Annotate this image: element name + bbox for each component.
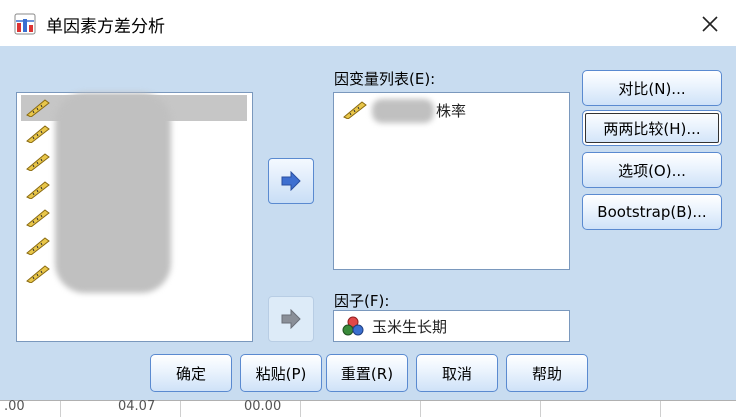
posthoc-button[interactable]: 两两比较(H)... — [582, 110, 722, 146]
factor-value: 玉米生长期 — [372, 318, 448, 336]
dependent-list-label: 因变量列表(E): — [334, 70, 436, 88]
bootstrap-button[interactable]: Bootstrap(B)... — [582, 194, 722, 230]
paste-button[interactable]: 粘贴(P) — [240, 354, 322, 392]
scale-variable-icon — [26, 209, 50, 227]
scale-variable-icon — [26, 181, 50, 199]
list-item-label: 株率 — [436, 102, 467, 120]
scale-variable-icon — [26, 153, 50, 171]
grid-cell: 00.00 — [244, 399, 282, 414]
redaction-blur — [372, 99, 434, 123]
grid-divider — [420, 401, 421, 417]
grid-divider — [60, 401, 61, 417]
ok-button[interactable]: 确定 — [150, 354, 232, 392]
options-button[interactable]: 选项(O)... — [582, 152, 722, 188]
right-arrow-icon — [281, 171, 301, 191]
dependent-variable-list[interactable]: 株率 — [333, 92, 570, 270]
scale-variable-icon — [26, 265, 50, 283]
dialog-body: 13 13 46 — [0, 46, 736, 400]
dialog-title: 单因素方差分析 — [46, 17, 165, 37]
reset-button[interactable]: 重置(R) — [326, 354, 408, 392]
help-button[interactable]: 帮助 — [506, 354, 588, 392]
grid-divider — [300, 401, 301, 417]
scale-variable-icon — [26, 99, 50, 117]
scale-variable-icon — [343, 101, 367, 119]
scale-variable-icon — [26, 125, 50, 143]
factor-label: 因子(F): — [334, 292, 390, 310]
contrast-button[interactable]: 对比(N)... — [582, 70, 722, 106]
nominal-variable-icon — [342, 316, 364, 336]
grid-divider — [540, 401, 541, 417]
grid-cell: .00 — [4, 399, 25, 414]
right-arrow-icon — [281, 309, 301, 329]
scale-variable-icon — [26, 237, 50, 255]
grid-cell: 04.07 — [118, 399, 156, 414]
source-variable-list[interactable]: 13 13 46 — [16, 92, 253, 342]
move-to-factor-button[interactable] — [268, 296, 314, 342]
factor-field[interactable]: 玉米生长期 — [333, 310, 570, 342]
redaction-blur — [55, 93, 171, 293]
move-to-dependent-button[interactable] — [268, 158, 314, 204]
background-data-grid: .00 04.07 00.00 — [0, 399, 736, 417]
title-bar: 单因素方差分析 — [0, 0, 736, 46]
cancel-button[interactable]: 取消 — [416, 354, 498, 392]
grid-divider — [180, 401, 181, 417]
one-way-anova-dialog: 单因素方差分析 因变量列表(E): 株率 因子(F): 玉米生长期 对比(N).… — [0, 0, 736, 400]
list-item[interactable]: 株率 — [338, 97, 564, 123]
spss-app-icon — [14, 13, 36, 35]
close-icon[interactable] — [694, 8, 726, 40]
grid-divider — [660, 401, 661, 417]
